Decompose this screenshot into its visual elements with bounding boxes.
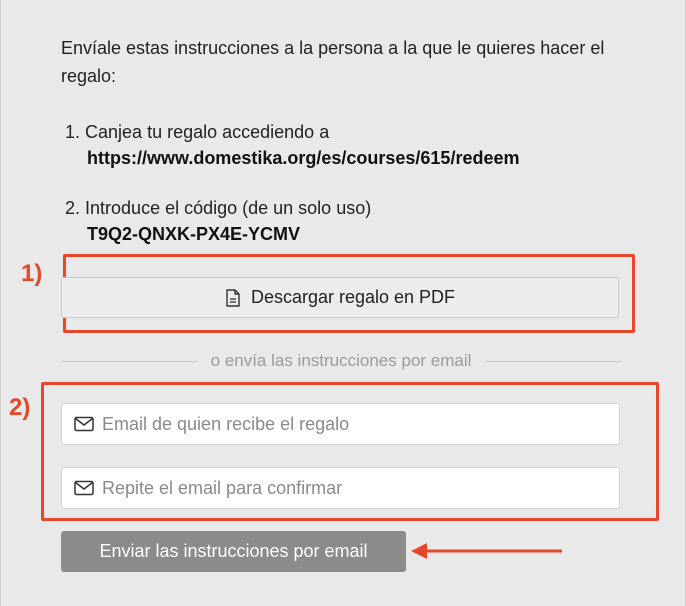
recipient-email-input[interactable] [102,413,619,435]
step-code: 2. Introduce el código (de un solo uso) … [65,195,371,247]
recipient-email-field[interactable] [61,403,620,445]
step-number: 1. [65,122,81,142]
step-text: Canjea tu regalo accediendo a [85,122,330,142]
step-text: Introduce el código (de un solo uso) [85,198,372,218]
step-redeem: 1. Canjea tu regalo accediendo a https:/… [65,119,519,171]
confirm-email-input[interactable] [102,477,619,499]
envelope-icon [74,416,94,432]
annotation-label-1: 1) [21,260,43,287]
download-pdf-button[interactable]: Descargar regalo en PDF [61,277,619,318]
intro-text: Envíale estas instrucciones a la persona… [61,38,605,86]
email-divider: o envía las instrucciones por email [61,350,622,372]
gift-code: T9Q2-QNXK-PX4E-YCMV [87,224,301,244]
divider-line [485,360,622,362]
redeem-url: https://www.domestika.org/es/courses/615… [87,148,520,168]
confirm-email-field[interactable] [61,467,620,509]
document-icon [226,288,240,307]
gift-instructions-panel: Envíale estas instrucciones a la persona… [0,0,686,606]
envelope-icon [74,480,94,496]
send-instructions-button[interactable]: Enviar las instrucciones por email [61,531,406,572]
divider-text: o envía las instrucciones por email [210,351,472,370]
download-pdf-label: Descargar regalo en PDF [250,287,456,307]
annotation-arrow-icon [411,543,562,559]
divider-line [61,360,197,362]
step-number: 2. [65,198,81,218]
annotation-label-2: 2) [9,394,31,421]
